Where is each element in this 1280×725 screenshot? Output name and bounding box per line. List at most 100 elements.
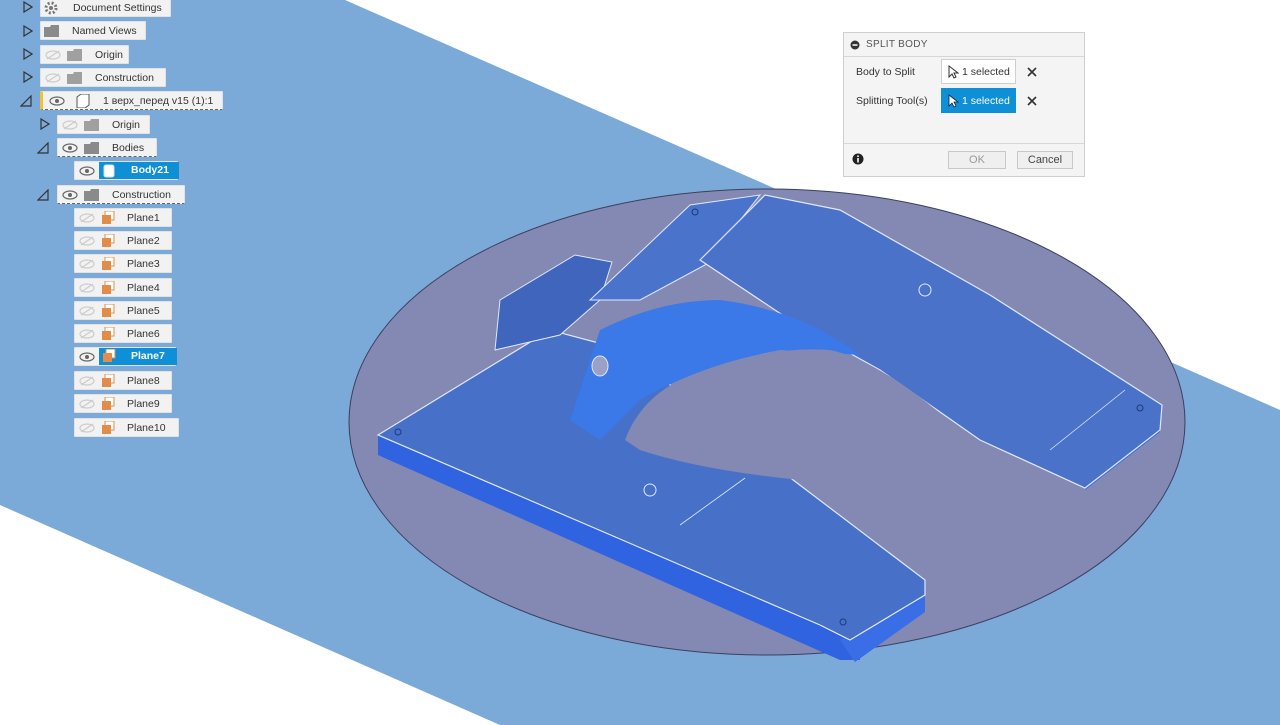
tree-item-label: Named Views [72,24,137,37]
plane-icon [101,396,115,411]
tree-item-origin[interactable]: Origin [57,115,150,134]
eye-hidden-icon[interactable] [79,258,95,269]
plane-icon [102,349,116,363]
tree-item-label: 1 верх_перед v15 (1):1 [103,94,214,107]
dialog-title: SPLIT BODY [866,39,928,50]
folder-icon [84,141,100,154]
eye-hidden-icon[interactable] [79,398,95,409]
plane-icon [101,210,115,225]
tree-item-label: Plane6 [127,327,160,340]
tree-item-origin[interactable]: Origin [40,45,129,64]
tree-item-label: Origin [112,118,141,131]
folder-icon [44,24,60,37]
body-to-split-label: Body to Split [856,66,915,78]
tree-item-plane9[interactable]: Plane9 [74,394,172,413]
eye-icon[interactable] [79,165,95,176]
tree-item-label: Body21 [131,164,169,176]
tree-item-label: Plane5 [127,304,160,317]
tree-item-label: Document Settings [73,1,162,14]
expand-arrow[interactable] [22,24,34,38]
folder-icon [84,118,100,131]
tree-item-construction[interactable]: Construction [40,68,166,87]
tree-item-named-views[interactable]: Named Views [40,21,146,40]
tree-item-label: Plane2 [127,234,160,247]
split-body-dialog: SPLIT BODY Body to Split 1 selected Spli… [843,32,1085,177]
tree-item-label: Bodies [112,141,145,154]
eye-icon[interactable] [62,142,78,153]
tree-item-label: Origin [95,48,124,61]
body-icon [103,164,115,178]
tree-item-label: Plane3 [127,257,160,270]
plane-icon [101,256,115,271]
component-icon [75,93,91,108]
folder-icon [67,71,83,84]
eye-icon[interactable] [49,95,65,106]
plane-icon [101,303,115,318]
tree-item-label: Plane10 [127,421,166,434]
expand-arrow[interactable] [22,0,34,14]
eye-hidden-icon[interactable] [62,119,78,130]
clear-body-selection-button[interactable] [1025,65,1039,79]
folder-icon [84,188,100,201]
tree-item-plane7[interactable]: Plane7 [74,347,177,366]
cursor-arrow-icon [947,64,959,79]
clear-tool-selection-button[interactable] [1025,94,1039,108]
eye-hidden-icon[interactable] [79,305,95,316]
tree-item-bodies[interactable]: Bodies [57,138,157,157]
cursor-arrow-icon [947,93,959,108]
dialog-header[interactable]: SPLIT BODY [844,33,1084,57]
eye-hidden-icon[interactable] [79,235,95,246]
tree-item-construction[interactable]: Construction [57,185,185,204]
body-to-split-selector[interactable]: 1 selected [941,59,1016,84]
tree-item-plane1[interactable]: Plane1 [74,208,172,227]
tree-item-label: Plane4 [127,281,160,294]
tree-item-plane2[interactable]: Plane2 [74,231,172,250]
expand-arrow[interactable] [22,70,34,84]
tree-item-plane10[interactable]: Plane10 [74,418,179,437]
eye-hidden-icon[interactable] [79,375,95,386]
tree-item-plane6[interactable]: Plane6 [74,324,172,343]
tree-item-label: Plane8 [127,374,160,387]
tree-item-component[interactable]: 1 верх_перед v15 (1):1 [40,91,223,110]
dialog-divider [844,143,1084,144]
tree-item-plane4[interactable]: Plane4 [74,278,172,297]
tree-item-label: Plane9 [127,397,160,410]
tree-item-label: Plane7 [131,350,165,362]
tree-item-plane8[interactable]: Plane8 [74,371,172,390]
collapse-arrow[interactable] [37,188,49,202]
plane-icon [101,420,115,435]
tree-item-plane3[interactable]: Plane3 [74,254,172,273]
ok-button[interactable]: OK [948,151,1006,169]
eye-hidden-icon[interactable] [45,49,61,60]
eye-hidden-icon[interactable] [79,282,95,293]
cancel-button[interactable]: Cancel [1017,151,1073,169]
expand-arrow[interactable] [39,117,51,131]
gear-icon [43,0,59,16]
plane-icon [101,326,115,341]
plane-icon [101,280,115,295]
expand-arrow[interactable] [22,47,34,61]
tree-item-label: Construction [95,71,154,84]
selection-count: 1 selected [962,94,1010,107]
collapse-arrow[interactable] [20,94,32,108]
tree-item-label: Construction [112,188,171,201]
eye-hidden-icon[interactable] [79,328,95,339]
tree-item-document-settings[interactable]: Document Settings [40,0,171,17]
info-icon[interactable] [852,153,864,165]
splitting-tool-selector[interactable]: 1 selected [941,88,1016,113]
splitting-tool-label: Splitting Tool(s) [856,95,928,107]
folder-icon [67,48,83,61]
eye-hidden-icon[interactable] [79,422,95,433]
plane-icon [101,233,115,248]
tree-item-plane5[interactable]: Plane5 [74,301,172,320]
eye-icon[interactable] [62,189,78,200]
tree-item-body21[interactable]: Body21 [74,161,179,180]
eye-icon[interactable] [79,351,95,362]
eye-hidden-icon[interactable] [45,72,61,83]
collapse-arrow[interactable] [37,141,49,155]
tree-item-label: Plane1 [127,211,160,224]
collapse-dialog-icon[interactable] [850,40,860,50]
eye-hidden-icon[interactable] [79,212,95,223]
selection-count: 1 selected [962,65,1010,78]
plane-icon [101,373,115,388]
